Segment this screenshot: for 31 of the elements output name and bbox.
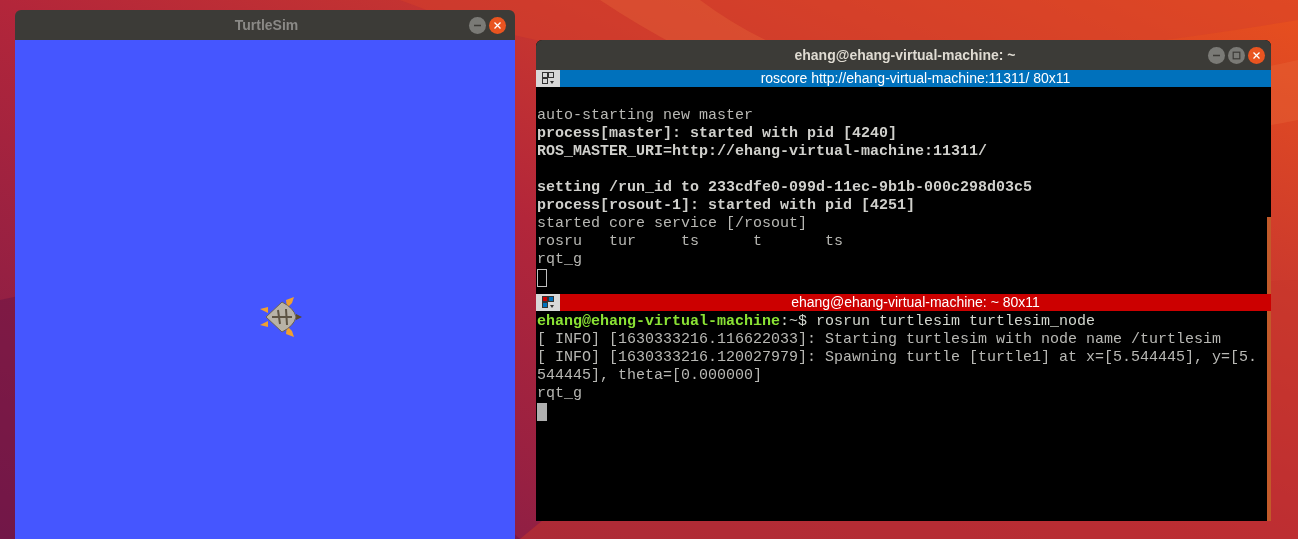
terminal-line: setting /run_id to 233cdfe0-099d-11ec-9b1b-000c298d03c5 [537,179,1034,197]
pane-title: ehang@ehang-virtual-machine: ~ 80x11 [790,293,1041,312]
terminal-line: process[rosout-1]: started with pid [4251] [537,197,917,215]
turtle-icon [258,296,303,338]
terminal-line: rqt_g [537,251,583,269]
command-text: :~$ rosrun turtlesim turtlesim_node [780,313,1096,331]
maximize-icon [1232,50,1241,60]
terminal-line: rosru tur ts t ts [537,233,845,251]
terminal-line: [ INFO] [1630333216.116622033]: Starting turtlesim with node name /turtlesim [537,331,1223,349]
scrollbar[interactable] [1267,311,1271,521]
close-icon [493,20,502,30]
pane-header[interactable]: roscore http://ehang-virtual-machine:11311/ 80x11 [536,70,1271,87]
terminal-line: 544445], theta=[0.000000] [537,367,764,385]
close-button[interactable] [489,16,506,34]
window-title: TurtleSim [233,15,300,35]
terminal-line: rqt_g [537,385,583,403]
terminal-line: [ INFO] [1630333216.120027979]: Spawning turtle [turtle1] at x=[5.544445], y=[5. [537,349,1259,367]
terminal-line: process[master]: started with pid [4240] [537,125,899,143]
close-icon [1252,50,1261,60]
pane-menu-icon[interactable] [536,294,560,311]
prompt-user: ehang@ehang-virtual-machine [537,313,781,331]
pane-menu-icon[interactable] [536,70,560,87]
minimize-button[interactable] [1208,46,1225,64]
scrollbar[interactable] [1267,217,1271,294]
pane-header[interactable]: ehang@ehang-virtual-machine: ~ 80x11 [536,294,1271,311]
close-button[interactable] [1248,46,1265,64]
terminal-line: ROS_MASTER_URI=http://ehang-virtual-machine:11311/ [537,143,989,161]
terminal-line: started core service [/rosout] [537,215,809,233]
terminal-line: auto-starting new master [537,107,755,125]
pane-title: roscore http://ehang-virtual-machine:11311/ 80x11 [759,69,1072,88]
window-title: ehang@ehang-virtual-machine: ~ [793,45,1017,65]
